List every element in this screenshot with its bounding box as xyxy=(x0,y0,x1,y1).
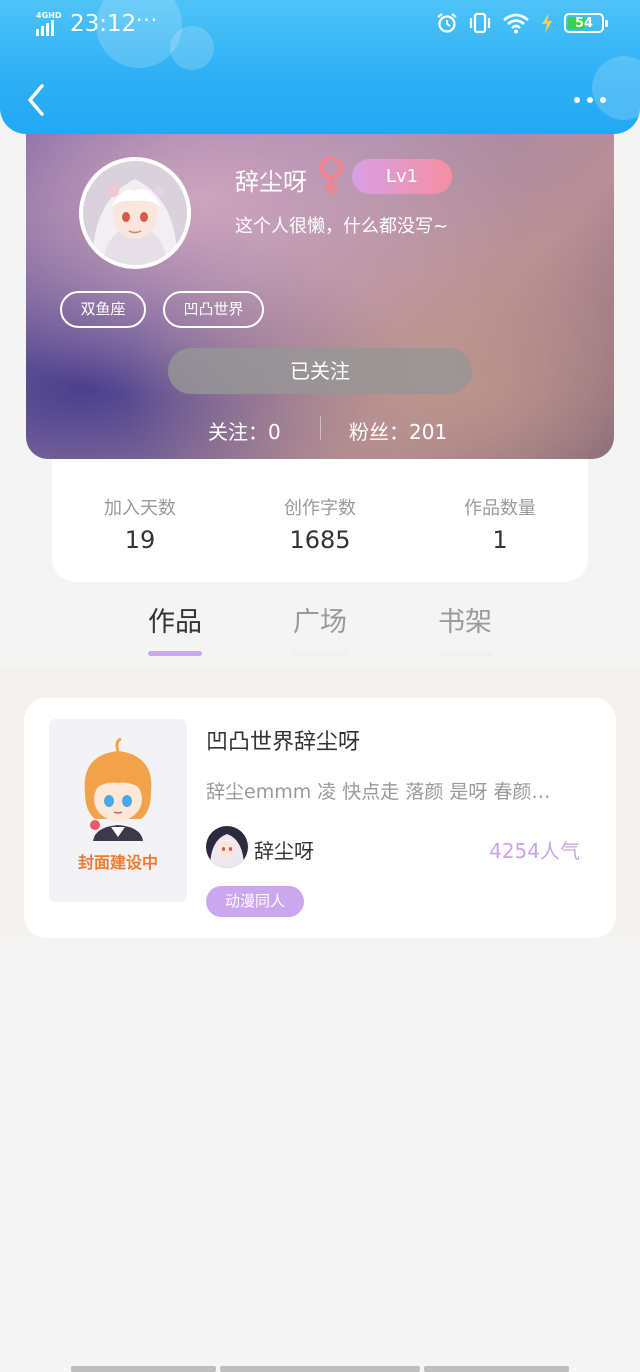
avatar[interactable] xyxy=(79,157,191,269)
tab-bookshelf[interactable]: 书架 xyxy=(420,600,510,656)
stat-label: 加入天数 xyxy=(104,498,176,519)
clock: 23:12 xyxy=(70,11,137,37)
work-card[interactable]: 封面建设中 凹凸世界辞尘呀 辞尘emmm 凌 快点走 落颜 是呀 春颜… 辞尘呀… xyxy=(24,698,616,938)
tab-indicator xyxy=(148,651,202,656)
tab-label: 书架 xyxy=(438,607,492,638)
stat-word-count: 创作字数 1685 xyxy=(230,494,410,554)
cover-placeholder-text: 封面建设中 xyxy=(77,853,158,872)
fans-count[interactable]: 粉丝：201 xyxy=(349,416,447,445)
tag-fandom[interactable]: 凹凸世界 xyxy=(163,291,264,328)
bottom-bar-segment xyxy=(220,1366,420,1372)
chevron-left-icon xyxy=(28,84,44,116)
stats-card: 加入天数 19 创作字数 1685 作品数量 1 xyxy=(52,450,588,582)
stat-label: 创作字数 xyxy=(284,498,356,519)
top-header: 4GHD 23:12 ··· 54 xyxy=(0,0,640,134)
notification-overflow: ··· xyxy=(136,8,159,32)
follow-button[interactable]: 已关注 xyxy=(168,348,472,394)
popularity-count: 4254人气 xyxy=(489,839,580,863)
more-button[interactable] xyxy=(574,88,614,112)
wifi-icon xyxy=(503,13,529,34)
back-button[interactable] xyxy=(22,80,54,120)
bottom-bar-segment xyxy=(424,1366,569,1372)
signal-icon: 4GHD xyxy=(36,11,62,36)
alarm-icon xyxy=(437,13,457,33)
work-description: 辞尘emmm 凌 快点走 落颜 是呀 春颜… xyxy=(206,781,551,803)
profile-card: 辞尘呀 Lv1 这个人很懒，什么都没写~ 双鱼座 凹凸世界 已关注 关注：0 粉… xyxy=(26,110,614,459)
stat-label: 作品数量 xyxy=(464,498,536,519)
vibrate-icon xyxy=(469,12,491,34)
stat-days-joined: 加入天数 19 xyxy=(50,494,230,554)
username: 辞尘呀 xyxy=(235,168,307,196)
female-symbol-icon xyxy=(319,156,343,195)
status-bar: 4GHD 23:12 ··· 54 xyxy=(0,0,640,50)
battery-icon: 54 xyxy=(564,13,608,33)
more-dots-icon xyxy=(574,97,580,103)
stat-value: 1 xyxy=(492,526,508,554)
tab-works[interactable]: 作品 xyxy=(130,600,220,656)
stat-divider xyxy=(320,416,321,440)
stat-value: 19 xyxy=(124,526,156,554)
charging-icon xyxy=(542,13,552,33)
stat-value: 1685 xyxy=(289,526,351,554)
stat-work-count: 作品数量 1 xyxy=(410,494,590,554)
author-name[interactable]: 辞尘呀 xyxy=(254,835,314,864)
category-tag[interactable]: 动漫同人 xyxy=(206,886,304,917)
following-count[interactable]: 关注：0 xyxy=(208,416,281,445)
bio-text: 这个人很懒，什么都没写~ xyxy=(235,216,449,237)
author-avatar[interactable] xyxy=(206,826,248,868)
status-icons: 54 xyxy=(436,12,608,34)
author-avatar-image xyxy=(206,826,248,868)
tab-square[interactable]: 广场 xyxy=(275,600,365,656)
tab-label: 广场 xyxy=(293,607,347,638)
work-cover[interactable]: 封面建设中 xyxy=(49,719,187,902)
network-label: 4GHD xyxy=(36,11,62,20)
battery-percent: 54 xyxy=(574,15,594,31)
cover-placeholder-image xyxy=(84,737,152,841)
tag-zodiac[interactable]: 双鱼座 xyxy=(60,291,146,328)
tab-label: 作品 xyxy=(148,607,202,638)
bottom-bar-segment xyxy=(71,1366,216,1372)
tab-bar: 作品 广场 书架 xyxy=(0,600,640,666)
avatar-image xyxy=(83,161,187,265)
profile-page: 4GHD 23:12 ··· 54 辞尘呀 Lv1 这个人很懒，什么都没写~ 双… xyxy=(0,0,640,1372)
level-badge: Lv1 xyxy=(352,159,452,194)
work-title[interactable]: 凹凸世界辞尘呀 xyxy=(206,724,360,756)
